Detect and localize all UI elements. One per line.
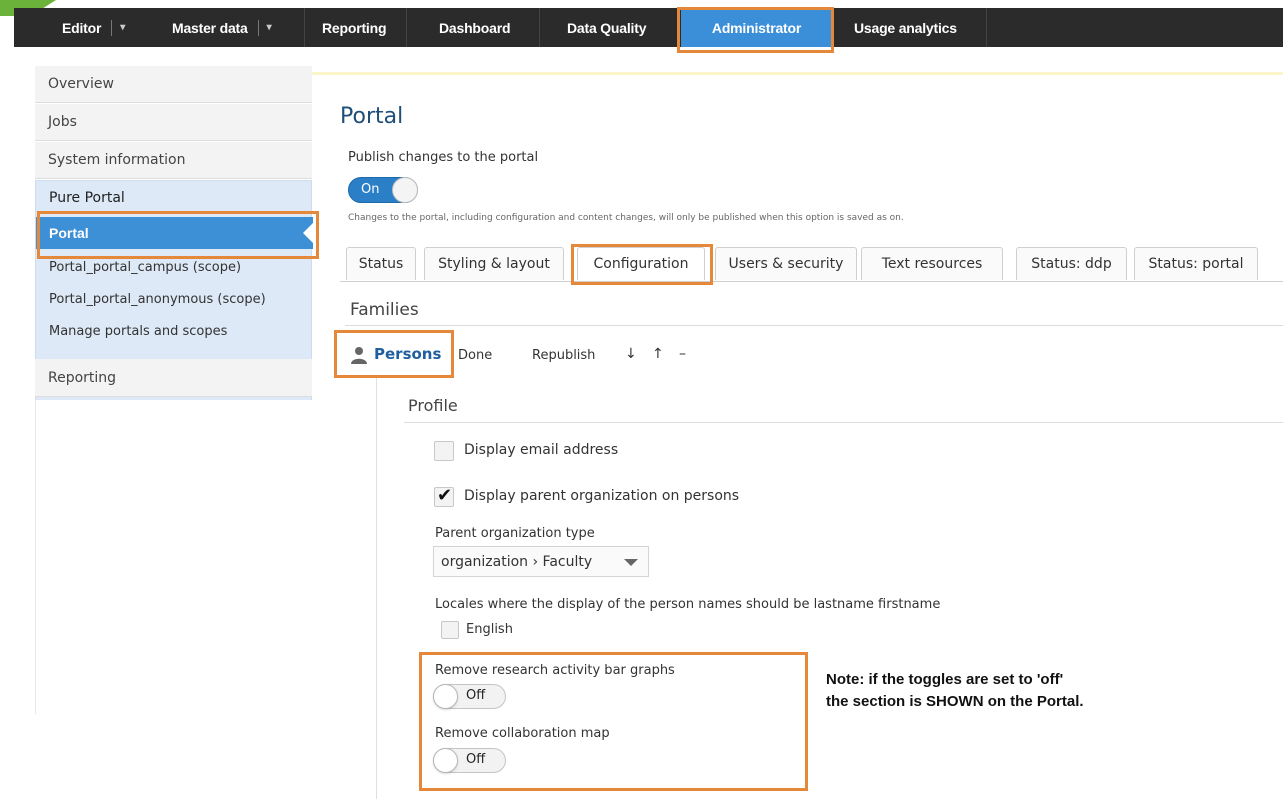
sidebar-empty-area (35, 400, 312, 714)
tab-status[interactable]: Status (346, 247, 416, 280)
nav-divider (986, 8, 987, 47)
publish-label: Publish changes to the portal (348, 150, 539, 165)
toggle-knob (392, 177, 418, 203)
parent-org-type-select[interactable]: organization › Faculty (433, 546, 649, 577)
nav-divider (304, 8, 305, 47)
remove-icon[interactable]: – (679, 346, 686, 362)
families-divider (345, 325, 1283, 326)
profile-heading: Profile (408, 396, 458, 415)
highlight-configuration-tab (571, 244, 713, 285)
english-label: English (466, 622, 513, 637)
nav-data-quality[interactable]: Data Quality (567, 8, 646, 47)
highlight-persons (334, 330, 454, 378)
nav-editor[interactable]: Editor ▾ (62, 8, 125, 47)
display-email-checkbox[interactable] (434, 441, 454, 461)
display-parent-org-checkbox[interactable]: ✔ (434, 485, 454, 507)
annotation-line-1: Note: if the toggles are set to 'off' (826, 671, 1064, 688)
move-up-icon[interactable]: ↑ (652, 346, 664, 362)
main-nav: Editor ▾ Master data ▾ Reporting Dashboa… (14, 8, 1283, 47)
sidebar-item-overview[interactable]: Overview (35, 66, 312, 103)
sidebar-item-system-information[interactable]: System information (35, 142, 312, 179)
tab-styling-layout[interactable]: Styling & layout (424, 247, 564, 280)
nav-master-data[interactable]: Master data ▾ (172, 8, 272, 47)
move-down-icon[interactable]: ↓ (625, 346, 637, 362)
nav-reporting[interactable]: Reporting (322, 8, 387, 47)
nav-dashboard[interactable]: Dashboard (439, 8, 511, 47)
sidebar-item-jobs[interactable]: Jobs (35, 104, 312, 141)
parent-org-type-label: Parent organization type (435, 526, 595, 541)
chevron-down-icon[interactable]: ▾ (120, 22, 125, 33)
chevron-down-icon[interactable]: ▾ (267, 22, 272, 33)
display-parent-org-label: Display parent organization on persons (464, 488, 740, 504)
annotation-note: Note: if the toggles are set to 'off' th… (826, 669, 1084, 713)
display-email-label: Display email address (464, 442, 619, 458)
sidebar-item-reporting[interactable]: Reporting (35, 359, 312, 397)
done-button[interactable]: Done (458, 348, 492, 363)
publish-note: Changes to the portal, including configu… (348, 213, 904, 223)
nav-separator (111, 19, 113, 36)
annotation-line-2: the section is SHOWN on the Portal. (826, 693, 1084, 710)
publish-toggle[interactable]: On (348, 177, 418, 203)
publish-toggle-label: On (361, 182, 380, 197)
sidebar-item-portal-anonymous[interactable]: Portal_portal_anonymous (scope) (36, 284, 313, 314)
nav-editor-label: Editor (62, 19, 102, 36)
tab-status-ddp[interactable]: Status: ddp (1016, 247, 1127, 280)
sidebar-item-manage-portals[interactable]: Manage portals and scopes (36, 316, 313, 346)
dropdown-arrow-icon (624, 559, 638, 566)
nav-usage-analytics[interactable]: Usage analytics (854, 8, 957, 47)
republish-button[interactable]: Republish (532, 348, 595, 363)
parent-org-type-value: organization › Faculty (441, 553, 593, 570)
nav-divider (406, 8, 407, 47)
nav-divider (539, 8, 540, 47)
tab-text-resources[interactable]: Text resources (861, 247, 1003, 280)
highlight-toggles-section (419, 652, 808, 791)
nested-guide-line (376, 378, 377, 799)
highlight-portal-sidebar (37, 211, 319, 259)
sidebar-item-pure-portal[interactable]: Pure Portal (36, 181, 313, 215)
top-bar: Editor ▾ Master data ▾ Reporting Dashboa… (0, 0, 1283, 53)
nav-master-data-label: Master data (172, 19, 248, 36)
tab-users-security[interactable]: Users & security (715, 247, 857, 280)
profile-divider (404, 422, 1283, 423)
checkmark-icon: ✔ (437, 485, 453, 506)
nav-separator (257, 19, 259, 36)
english-checkbox[interactable] (441, 621, 459, 639)
page-title: Portal (340, 104, 404, 129)
notification-strip (312, 72, 1283, 75)
locales-label: Locales where the display of the person … (435, 597, 941, 612)
tab-underline (340, 281, 1283, 282)
highlight-administrator (677, 7, 834, 53)
tab-status-portal[interactable]: Status: portal (1134, 247, 1258, 280)
families-heading: Families (350, 300, 419, 320)
